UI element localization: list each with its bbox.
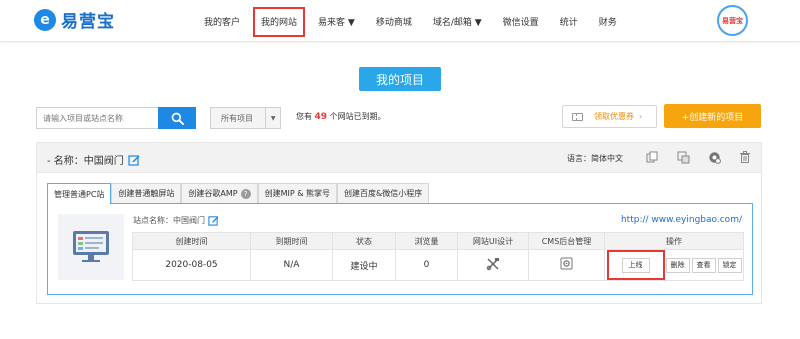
- search-icon: [171, 112, 184, 125]
- nav-item-my-sites[interactable]: 我的网站: [253, 6, 306, 37]
- site-url-link[interactable]: http:// www.eyingbao.com/: [621, 215, 742, 225]
- page-title: 我的项目: [359, 67, 441, 91]
- tab-create-amp-label: 创建谷歌AMP: [188, 189, 238, 198]
- project-panel: - 名称：中国阀门 语言：简体中文 管理普通PC站 创建普通触屏站 创建谷歌AM…: [36, 142, 762, 304]
- create-project-button[interactable]: +创建新的项目: [664, 104, 761, 128]
- col-cms: CMS后台管理: [528, 232, 605, 250]
- design-tools-icon[interactable]: [486, 257, 500, 271]
- nav-item-stats[interactable]: 统计: [552, 0, 586, 42]
- tab-create-touch[interactable]: 创建普通触屏站: [111, 183, 182, 203]
- site-name: 站点名称：中国阀门: [133, 215, 219, 226]
- expire-count: 49: [314, 112, 328, 122]
- lock-button[interactable]: 锁定: [717, 257, 742, 273]
- tab-create-amp[interactable]: 创建谷歌AMP ?: [181, 183, 258, 203]
- transfer-icon[interactable]: [676, 150, 690, 164]
- cell-actions: 上线 删除 查看 锁定: [604, 249, 744, 281]
- expire-suffix: 个网站已到期。: [329, 112, 386, 121]
- cell-status[interactable]: 建设中: [332, 249, 396, 281]
- action-buttons: 上线 删除 查看 锁定: [605, 250, 743, 280]
- online-button[interactable]: 上线: [621, 257, 650, 273]
- nav-item-yilaike[interactable]: 易来客 ▼: [310, 0, 363, 42]
- project-name: - 名称：中国阀门: [47, 152, 140, 167]
- site-thumbnail: [58, 214, 124, 280]
- cell-views: 0: [395, 249, 458, 281]
- expire-prefix: 您有: [296, 112, 312, 121]
- col-expires: 到期时间: [250, 232, 333, 250]
- globe-settings-icon[interactable]: [707, 150, 721, 164]
- col-actions: 操作: [604, 232, 744, 250]
- project-header: - 名称：中国阀门 语言：简体中文: [37, 143, 761, 173]
- col-ui-design: 网站UI设计: [457, 232, 529, 250]
- project-name-text: - 名称：中国阀门: [47, 156, 124, 167]
- site-tabs: 管理普通PC站 创建普通触屏站 创建谷歌AMP ? 创建MIP & 熊掌号 创建…: [47, 183, 430, 204]
- main-nav: 我的客户 我的网站 易来客 ▼ 移动商城 域名/邮箱 ▼ 微信设置 统计 财务: [196, 0, 630, 42]
- col-status: 状态: [332, 232, 396, 250]
- brand-logo[interactable]: e 易营宝: [34, 7, 115, 32]
- trash-icon[interactable]: [738, 150, 752, 164]
- nav-item-domain-mail[interactable]: 域名/邮箱 ▼: [425, 0, 490, 42]
- col-created: 创建时间: [132, 232, 251, 250]
- monitor-icon: [73, 231, 109, 262]
- tab-create-miniprogram[interactable]: 创建百度&微信小程序: [337, 183, 430, 203]
- edit-icon[interactable]: [128, 154, 140, 166]
- project-filter-select[interactable]: 所有项目 ▼: [210, 107, 281, 129]
- avatar-label: 易营宝: [722, 16, 743, 25]
- nav-item-finance[interactable]: 财务: [591, 0, 625, 42]
- nav-item-customers[interactable]: 我的客户: [196, 0, 248, 42]
- cms-settings-icon[interactable]: [560, 257, 573, 270]
- ticket-icon: [572, 112, 583, 121]
- site-table: 创建时间 到期时间 状态 浏览量 网站UI设计 CMS后台管理 操作 2020-…: [132, 232, 744, 281]
- top-header: e 易营宝 我的客户 我的网站 易来客 ▼ 移动商城 域名/邮箱 ▼ 微信设置 …: [0, 0, 800, 42]
- expire-notice: 您有 49 个网站已到期。: [296, 111, 386, 122]
- site-card: 站点名称：中国阀门 http:// www.eyingbao.com/ 创建时间…: [47, 203, 753, 295]
- cell-expires: N/A: [250, 249, 333, 281]
- coupon-label: 领取优惠券: [594, 112, 634, 121]
- project-tools: [645, 150, 769, 164]
- cell-created: 2020-08-05: [132, 249, 251, 281]
- view-button[interactable]: 查看: [691, 257, 716, 273]
- logo-text: 易营宝: [61, 12, 115, 32]
- chevron-down-icon: ▼: [265, 108, 280, 128]
- project-language: 语言：简体中文: [567, 154, 623, 163]
- help-icon[interactable]: ?: [240, 188, 251, 199]
- nav-item-wechat[interactable]: 微信设置: [495, 0, 547, 42]
- search-button[interactable]: [158, 107, 196, 129]
- logo-icon: e: [34, 8, 56, 31]
- edit-icon[interactable]: [208, 215, 219, 226]
- search-input[interactable]: [36, 107, 160, 129]
- copy-icon[interactable]: [645, 150, 659, 164]
- delete-button[interactable]: 删除: [665, 257, 690, 273]
- site-name-text: 站点名称：中国阀门: [133, 216, 205, 225]
- cell-cms[interactable]: [528, 249, 605, 281]
- online-button-highlight[interactable]: 上线: [606, 250, 665, 280]
- avatar[interactable]: 易营宝: [717, 5, 748, 36]
- table-header-row: 创建时间 到期时间 状态 浏览量 网站UI设计 CMS后台管理 操作: [132, 232, 744, 250]
- coupon-button[interactable]: 领取优惠券 ›: [562, 105, 657, 128]
- tab-manage-pc[interactable]: 管理普通PC站: [47, 183, 112, 204]
- table-row: 2020-08-05 N/A 建设中 0 上线 删除 查看 锁定: [132, 249, 744, 281]
- col-views: 浏览量: [395, 232, 458, 250]
- nav-item-mobile-mall[interactable]: 移动商城: [368, 0, 420, 42]
- project-filter-value: 所有项目: [221, 113, 253, 123]
- cell-ui-design[interactable]: [457, 249, 529, 281]
- tab-create-mip[interactable]: 创建MIP & 熊掌号: [257, 183, 338, 203]
- chevron-right-icon: ›: [639, 112, 643, 121]
